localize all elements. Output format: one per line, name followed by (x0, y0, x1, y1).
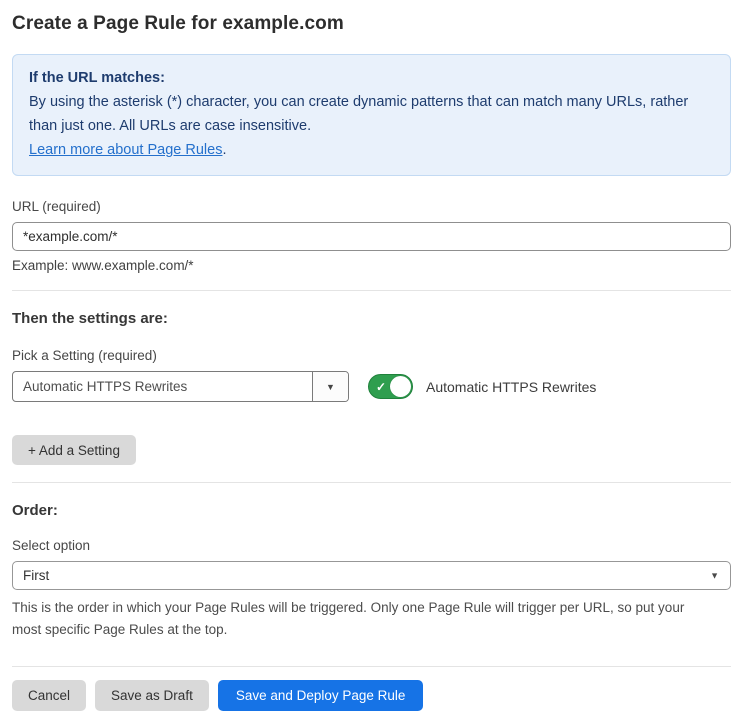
automatic-https-rewrites-toggle[interactable]: ✓ (368, 374, 413, 399)
url-match-info-box: If the URL matches: By using the asteris… (12, 54, 731, 176)
settings-section-heading: Then the settings are: (12, 310, 168, 327)
pick-setting-label: Pick a Setting (required) (12, 348, 157, 363)
order-select-label: Select option (12, 538, 91, 553)
save-as-draft-button[interactable]: Save as Draft (95, 680, 209, 711)
check-icon: ✓ (376, 379, 387, 394)
link-suffix: . (222, 142, 227, 158)
create-page-rule-panel: Create a Page Rule for example.com If th… (0, 0, 743, 711)
order-help-text: This is the order in which your Page Rul… (12, 600, 685, 637)
divider (12, 482, 731, 483)
divider (12, 666, 731, 667)
info-box-body: By using the asterisk (*) character, you… (29, 94, 689, 134)
chevron-down-icon: ▼ (326, 381, 335, 392)
page-title: Create a Page Rule for example.com (12, 13, 344, 34)
order-select[interactable]: First ▼ (12, 561, 731, 590)
url-input[interactable] (12, 222, 731, 251)
chevron-down-icon: ▼ (710, 570, 719, 580)
order-section-heading: Order: (12, 502, 58, 519)
setting-dropdown[interactable]: Automatic HTTPS Rewrites ▼ (12, 371, 349, 402)
toggle-knob (390, 376, 411, 397)
add-setting-button[interactable]: + Add a Setting (12, 435, 136, 465)
cancel-button[interactable]: Cancel (12, 680, 87, 711)
url-field-label: URL (required) (12, 199, 101, 214)
setting-dropdown-arrow-button[interactable]: ▼ (312, 372, 348, 401)
toggle-label: Automatic HTTPS Rewrites (426, 378, 597, 395)
learn-more-link[interactable]: Learn more about Page Rules (29, 142, 222, 158)
setting-row: Automatic HTTPS Rewrites ▼ ✓ Automatic H… (12, 371, 731, 402)
url-example-hint: Example: www.example.com/* (12, 258, 194, 273)
info-box-link-line: Learn more about Page Rules. (29, 138, 714, 162)
divider (12, 290, 731, 291)
footer-actions: Cancel Save as Draft Save and Deploy Pag… (12, 680, 731, 711)
info-box-heading: If the URL matches: (29, 70, 165, 86)
order-select-value: First (23, 568, 50, 583)
setting-dropdown-value: Automatic HTTPS Rewrites (23, 379, 188, 394)
save-and-deploy-button[interactable]: Save and Deploy Page Rule (217, 680, 424, 711)
